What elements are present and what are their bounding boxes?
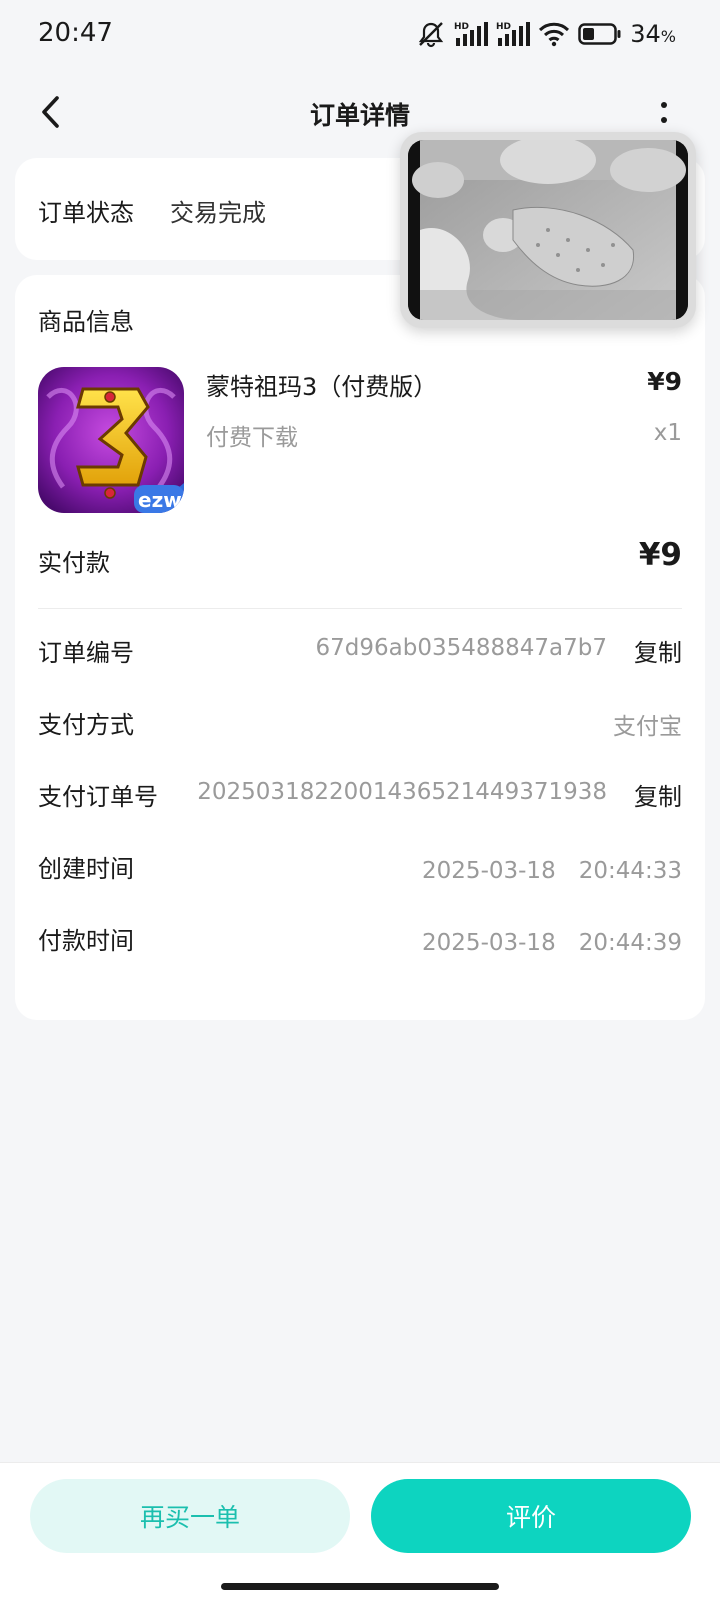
page-title: 订单详情 [309, 101, 410, 130]
order-status-label: 订单状态 [38, 199, 134, 227]
paid-amount-label: 实付款 [38, 549, 110, 577]
payment-method-value: 支付宝 [613, 714, 682, 740]
detail-row-payment-order-number: 支付订单号 2025031822001436521449371938 复制 [38, 777, 682, 817]
order-number-value: 67d96ab035488847a7b7 [315, 635, 608, 661]
paid-time-value: 2025-03-18 20:44:39 [422, 930, 682, 956]
more-button[interactable] [652, 92, 676, 132]
payment-method-label: 支付方式 [38, 711, 134, 739]
paid-time-label: 付款时间 [38, 927, 134, 955]
detail-row-created-time: 创建时间 2025-03-18 20:44:33 [38, 849, 682, 889]
hd-signal-icon: HD [496, 20, 531, 48]
paid-amount-value: ¥9 [638, 537, 682, 573]
status-icons: HD HD 34% [416, 18, 676, 50]
divider [38, 608, 682, 609]
payment-order-number-label: 支付订单号 [38, 783, 158, 811]
battery-percent-value: 34 [630, 20, 661, 48]
goods-type: 付费下载 [206, 425, 298, 451]
svg-text:ezw: ezw [138, 488, 182, 512]
app-icon[interactable]: ezw [38, 367, 184, 513]
goods-info-card: 商品信息 ezw 蒙特祖玛3（付费版） ¥9 付费下载 x1 实付款 ¥9 订单… [15, 275, 705, 1020]
battery-percent-unit: % [660, 27, 676, 46]
detail-row-order-number: 订单编号 67d96ab035488847a7b7 复制 [38, 633, 682, 673]
copy-order-number-button[interactable]: 复制 [634, 633, 682, 668]
review-button[interactable]: 评价 [371, 1479, 691, 1553]
detail-row-payment-method: 支付方式 支付宝 [38, 705, 682, 745]
hd-signal-icon: HD [454, 20, 489, 48]
wifi-icon [538, 21, 570, 47]
battery-icon [578, 22, 622, 46]
mute-icon [416, 20, 446, 48]
order-number-label: 订单编号 [38, 639, 134, 667]
rebuy-button[interactable]: 再买一单 [30, 1479, 350, 1553]
video-frame [408, 140, 688, 320]
battery-percent: 34% [630, 20, 676, 48]
svg-text:HD: HD [496, 22, 511, 32]
order-status-value: 交易完成 [170, 199, 266, 227]
payment-order-number-value: 2025031822001436521449371938 [197, 779, 607, 805]
more-vertical-icon [661, 116, 667, 123]
more-vertical-icon [661, 101, 667, 108]
created-time-label: 创建时间 [38, 855, 134, 883]
goods-quantity: x1 [653, 420, 682, 446]
status-time: 20:47 [38, 18, 113, 48]
home-indicator[interactable] [221, 1583, 499, 1590]
goods-name[interactable]: 蒙特祖玛3（付费版） [206, 367, 437, 402]
floating-video-window[interactable] [400, 132, 696, 328]
svg-text:HD: HD [454, 22, 469, 32]
order-detail-page: 20:47 HD HD 34% 订单详情 订单状态 交易完成 商品信息 ezw … [0, 0, 720, 1600]
bottom-action-bar: 再买一单 评价 [0, 1462, 720, 1600]
copy-payment-order-number-button[interactable]: 复制 [634, 777, 682, 812]
detail-row-paid-time: 付款时间 2025-03-18 20:44:39 [38, 921, 682, 961]
created-time-value: 2025-03-18 20:44:33 [422, 858, 682, 884]
status-bar: 20:47 HD HD 34% [0, 0, 720, 70]
goods-section-title: 商品信息 [38, 308, 134, 336]
goods-price: ¥9 [647, 367, 682, 396]
